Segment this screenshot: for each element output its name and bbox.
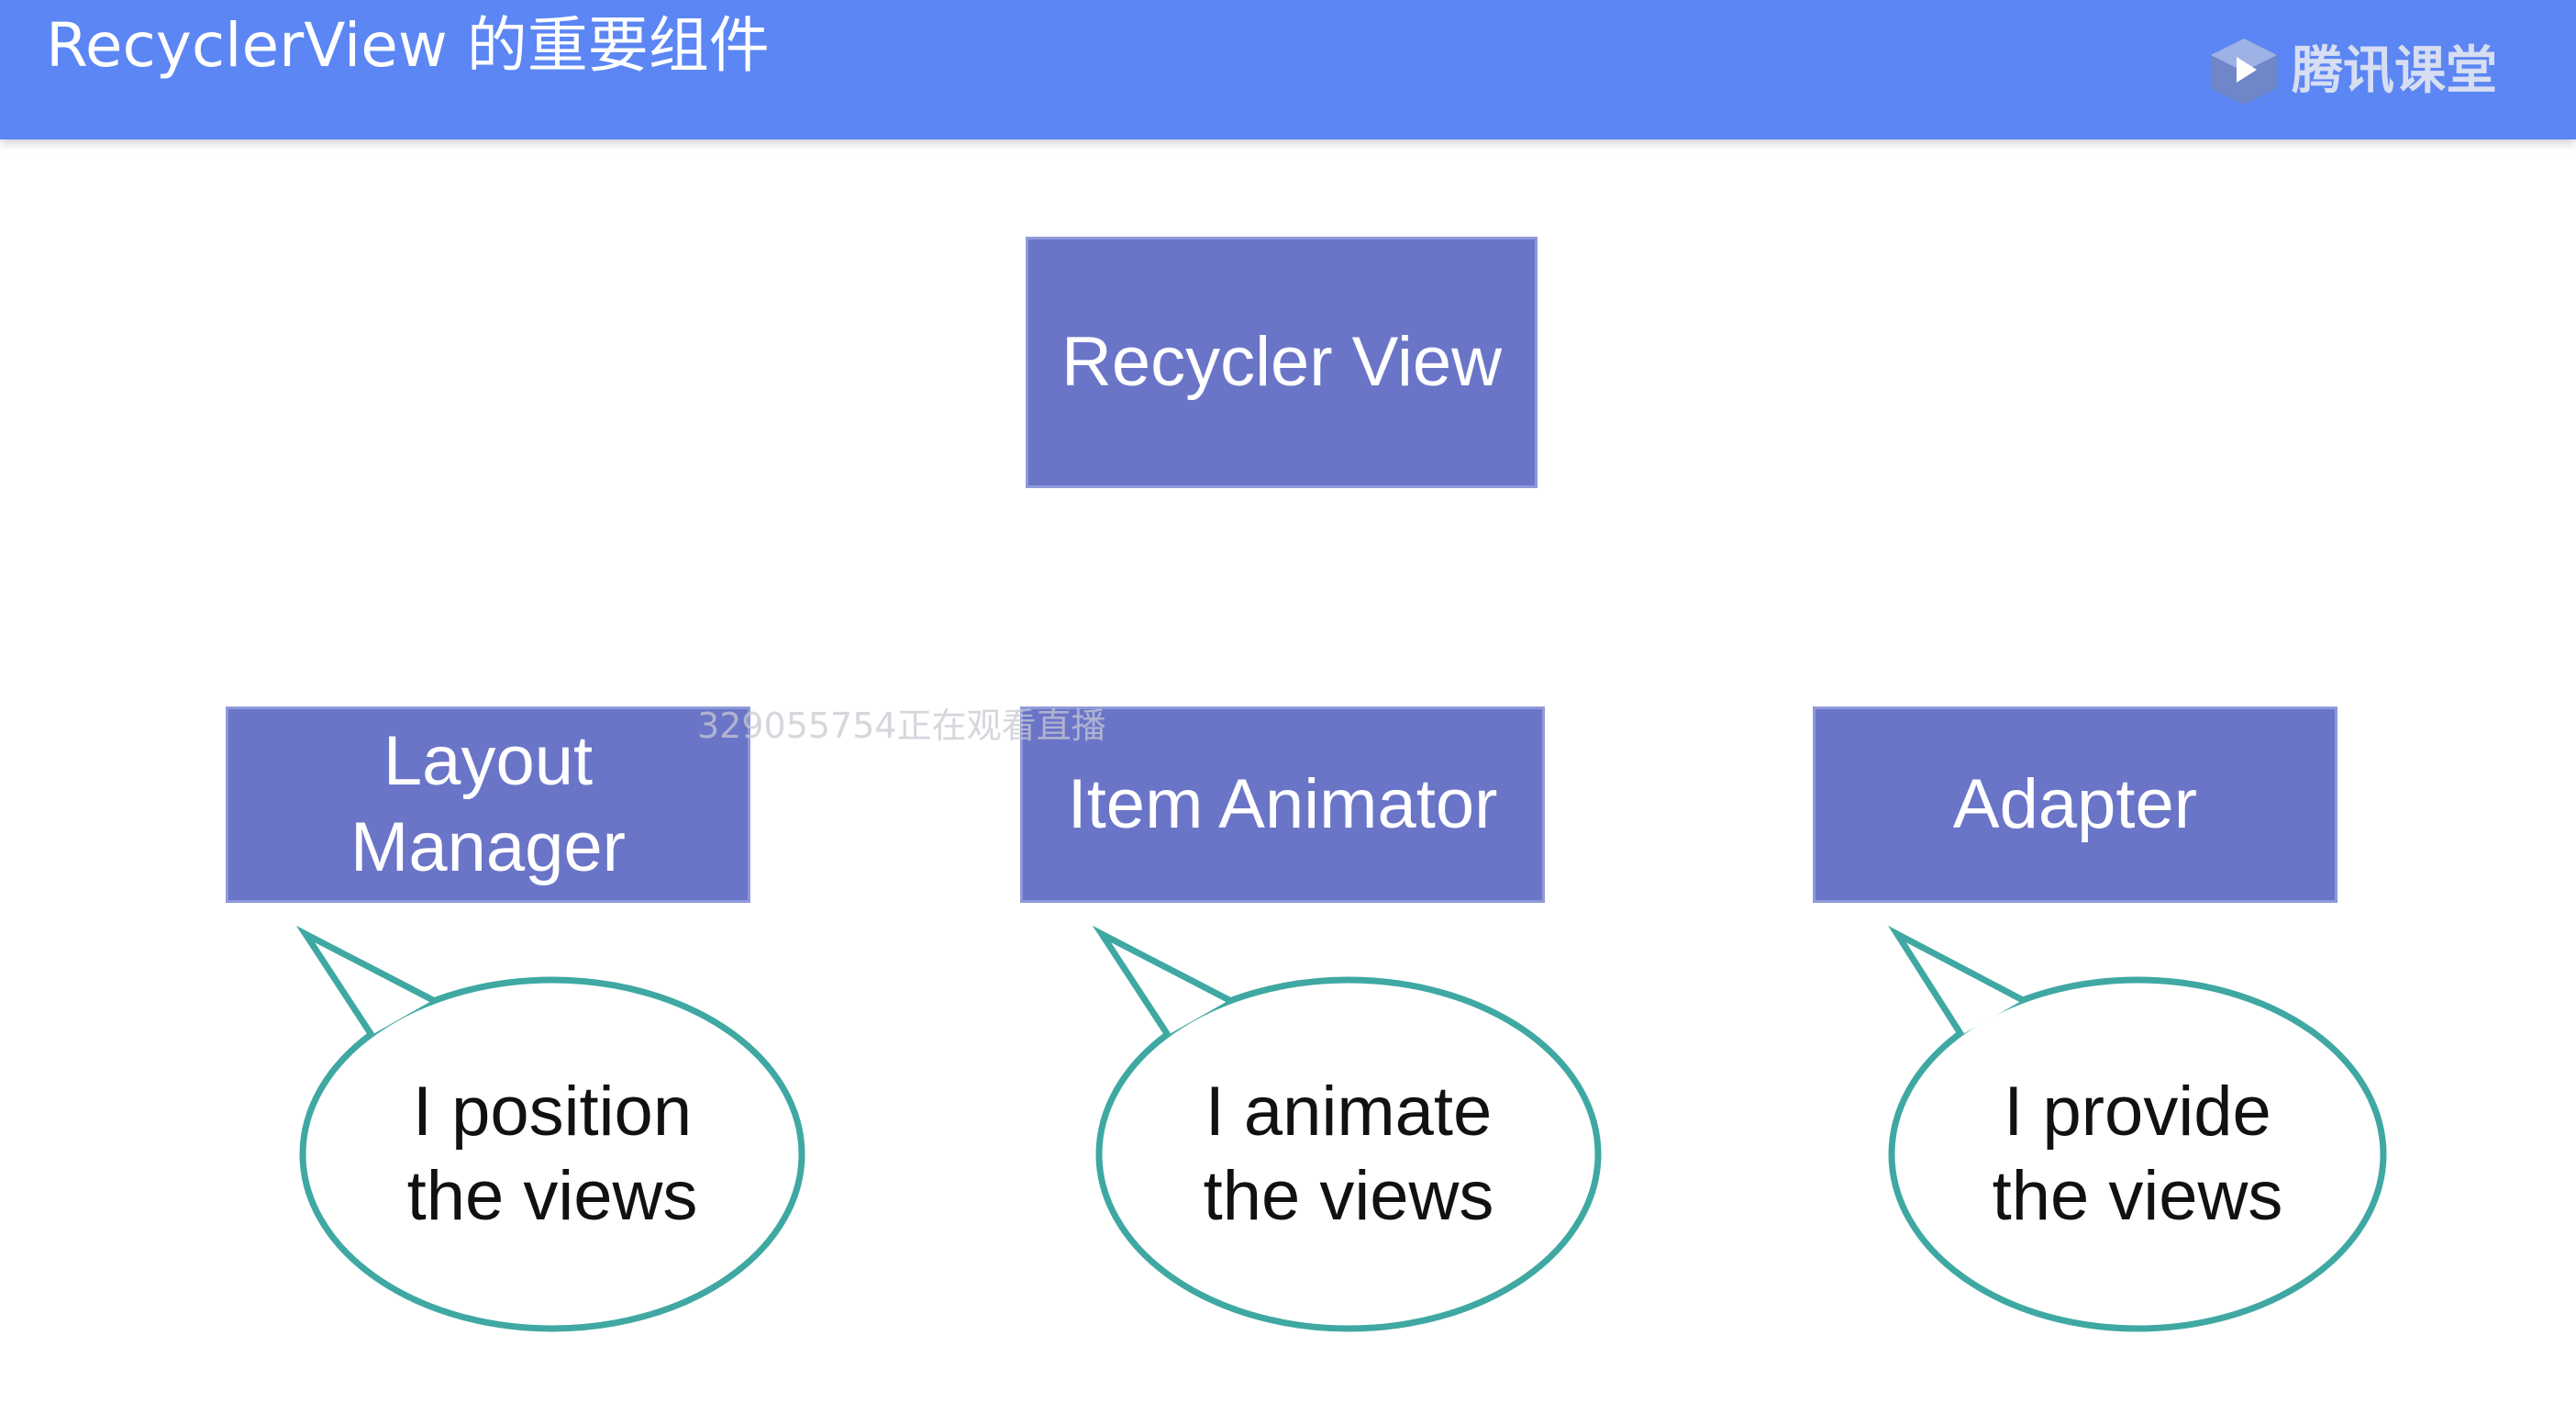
item-animator-label: Item Animator bbox=[1067, 765, 1498, 843]
play-hexagon-icon bbox=[2211, 39, 2277, 105]
brand-logo: 腾讯课堂 bbox=[2204, 35, 2497, 108]
adapter-box: Adapter bbox=[1813, 706, 2337, 903]
slide: RecyclerView 的重要组件 腾讯课堂 Recycler View La… bbox=[0, 0, 2576, 1413]
layout-manager-label: Layout Manager bbox=[350, 722, 626, 886]
bubble-text-adapter: I provide the views bbox=[1992, 1073, 2283, 1235]
recycler-view-box: Recycler View bbox=[1026, 237, 1538, 488]
bubble-text-layout-manager: I position the views bbox=[406, 1073, 698, 1235]
header-bar: RecyclerView 的重要组件 腾讯课堂 bbox=[0, 0, 2576, 139]
layout-manager-box: Layout Manager bbox=[226, 706, 750, 903]
viewer-watermark: 329055754正在观看直播 bbox=[697, 706, 1106, 746]
brand-name: 腾讯课堂 bbox=[2292, 41, 2497, 101]
bubble-text-item-animator: I animate the views bbox=[1203, 1073, 1494, 1235]
page-title: RecyclerView 的重要组件 bbox=[46, 10, 770, 81]
adapter-label: Adapter bbox=[1952, 765, 2198, 843]
recycler-view-label: Recycler View bbox=[1060, 323, 1503, 401]
